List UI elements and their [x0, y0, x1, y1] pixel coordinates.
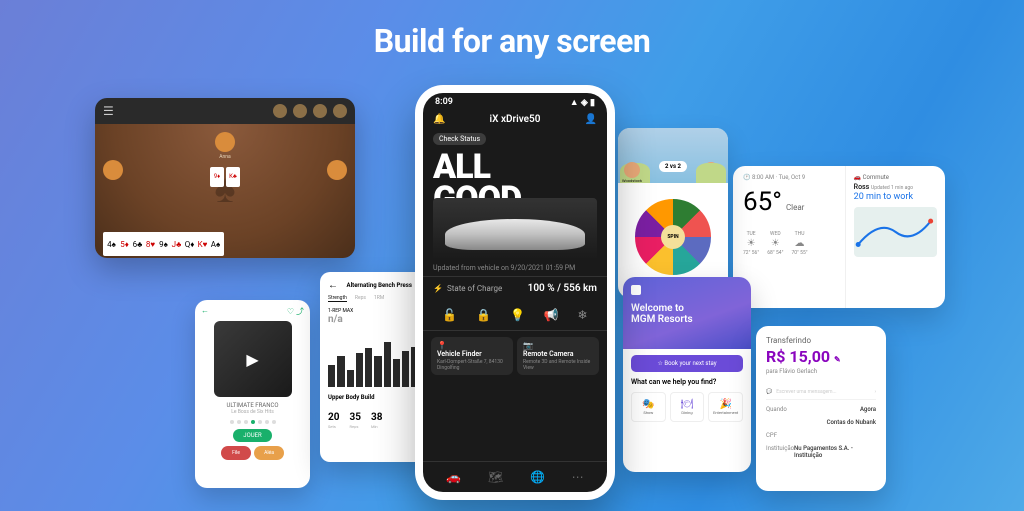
chip-icon	[333, 104, 347, 118]
category-cell[interactable]: 🎭Show	[631, 392, 666, 422]
transfer-detail-row: QuandoAgora	[766, 406, 876, 413]
chart-bar	[402, 351, 409, 387]
updated-text: Updated from vehicle on 9/20/2021 01:59 …	[423, 260, 607, 276]
chip-icon	[293, 104, 307, 118]
tab[interactable]: 1RM	[374, 295, 384, 302]
menu-icon[interactable]: ☰	[103, 104, 114, 118]
profile-icon[interactable]: 👤	[585, 114, 597, 125]
forecast-day: WED☀68° 54°	[767, 231, 783, 256]
spinner-game-card: Woodstock Jonny Fairplay 2 vs 2	[618, 128, 728, 298]
back-icon[interactable]: ←	[201, 306, 209, 317]
destination: Ross Updated 1 min ago	[854, 183, 937, 191]
album-art[interactable]	[214, 321, 292, 397]
category-cell[interactable]: 🎉Entertainment	[708, 392, 743, 422]
more-icon[interactable]: ⋯	[572, 470, 584, 484]
climate-icon[interactable]: ❄	[577, 308, 587, 322]
player-avatar	[103, 160, 123, 180]
file-button[interactable]: File	[221, 446, 251, 460]
chip-icon	[273, 104, 287, 118]
lock-icon[interactable]: 🔒	[476, 308, 491, 322]
chart-bar	[365, 348, 372, 387]
mgm-card: Welcome to MGM Resorts ☆ Book your next …	[623, 277, 751, 472]
transfer-detail-row: CPF	[766, 432, 876, 439]
transfer-card: Transferindo R$ 15,00 ✎ para Flávio Gerl…	[756, 326, 886, 491]
transfer-detail-row: Contas do Nubank	[766, 419, 876, 426]
exercise-title: Alternating Bench Press	[338, 282, 421, 289]
play-button[interactable]: JOUER	[233, 429, 271, 442]
player-avatar	[703, 162, 719, 178]
route-map[interactable]	[854, 207, 937, 257]
charge-value: 100 % / 556 km	[528, 283, 597, 294]
commute-card: 🕐 8:00 AM · Tue, Oct 9 65° Clear TUE☀72°…	[733, 166, 945, 308]
player-hand[interactable]: 4♠ 5♦ 6♣ 8♥ 9♠ J♣ Q♦ K♥ A♠	[107, 232, 224, 256]
player-avatar	[215, 132, 235, 152]
temperature: 65°	[743, 187, 782, 217]
horn-icon[interactable]: 📢	[544, 308, 559, 322]
playing-card: K♣	[226, 167, 240, 187]
phone-mockup: 8:09 ▲ ◈ ▮ 🔔 iX xDrive50 👤 Check Status …	[415, 85, 615, 500]
help-prompt: What can we help you find?	[623, 376, 751, 388]
forecast-day: TUE☀72° 56°	[743, 231, 759, 256]
forecast-row: TUE☀72° 56° WED☀68° 54° THU☁70° 55°	[743, 231, 835, 256]
recipient: para Flávio Gerlach	[766, 368, 876, 375]
message-icon: 💬	[766, 389, 772, 395]
player-avatar	[327, 160, 347, 180]
charge-label: State of Charge	[433, 284, 502, 293]
chart-bar	[347, 370, 354, 387]
status-icons: ▲ ◈ ▮	[570, 97, 595, 108]
track-title: ULTIMATE FRANCO	[226, 402, 278, 409]
transfer-detail-row: InstituiçãoNu Pagamentos S.A. - Institui…	[766, 445, 876, 459]
car-hero-image	[433, 198, 597, 260]
shuffle-button[interactable]: Aléa	[254, 446, 284, 460]
track-artist: Le Boss de Six Hits	[231, 409, 274, 415]
vehicle-controls: 🔓 🔒 💡 📢 ❄	[423, 300, 607, 330]
lights-icon[interactable]: 💡	[510, 308, 525, 322]
book-button[interactable]: ☆ Book your next stay	[631, 355, 743, 372]
hero-title: Build for any screen	[0, 22, 1024, 60]
cardgame-window: ☰ ♠ Anna 9♦ K♣ 4♠ 5♦ 6♣ 8♥ 9♠	[95, 98, 355, 258]
mgm-logo	[631, 285, 641, 295]
transfer-title: Transferindo	[766, 336, 876, 345]
chart-bar	[356, 353, 363, 387]
forecast-day: THU☁70° 55°	[791, 231, 807, 256]
app-title: iX xDrive50	[490, 114, 541, 125]
pin-icon: 📍	[437, 341, 507, 350]
status-badge[interactable]: Check Status	[433, 133, 486, 145]
player-avatar	[624, 162, 640, 178]
current-time: 🕐 8:00 AM · Tue, Oct 9	[743, 174, 835, 181]
bell-icon[interactable]: 🔔	[433, 114, 445, 125]
globe-icon[interactable]: 🌐	[530, 470, 545, 484]
chart-bar	[328, 365, 335, 387]
chart-bar	[393, 359, 400, 387]
tab[interactable]: Strength	[328, 295, 347, 302]
back-icon[interactable]: ←	[328, 280, 338, 291]
camera-icon: 📷	[523, 341, 593, 350]
category-cell[interactable]: 🍽Dining	[670, 392, 705, 422]
map-icon[interactable]: 🗺	[488, 470, 503, 484]
feature-card[interactable]: 📷 Remote Camera Remote 3D and Remote Ins…	[517, 337, 599, 375]
score-badge: 2 vs 2	[659, 161, 687, 172]
music-player-card: ← ♡ ⤴ ULTIMATE FRANCO Le Boss de Six Hit…	[195, 300, 310, 488]
spin-wheel[interactable]	[633, 197, 713, 277]
chip-icon	[313, 104, 327, 118]
player-name: Anna	[219, 154, 231, 160]
chart-bar	[337, 356, 344, 387]
lock-icon[interactable]: 🔓	[442, 308, 457, 322]
transfer-amount: R$ 15,00 ✎	[766, 347, 876, 366]
share-icon[interactable]: ♡ ⤴	[287, 306, 304, 317]
commute-label: 🚗 Commute	[854, 174, 937, 181]
clock: 8:09	[435, 97, 453, 108]
commute-duration: 20 min to work	[854, 192, 937, 202]
chevron-right-icon[interactable]: ›	[874, 389, 876, 395]
message-placeholder[interactable]: Escrever uma mensagem...	[776, 389, 874, 395]
chart-bar	[374, 356, 381, 387]
playing-card: 9♦	[210, 167, 224, 187]
chart-bar	[384, 342, 391, 387]
tab[interactable]: Reps	[355, 295, 366, 302]
condition: Clear	[786, 203, 804, 212]
car-icon[interactable]: 🚗	[446, 470, 461, 484]
feature-card[interactable]: 📍 Vehicle Finder Karl-Dompert-Straße 7, …	[431, 337, 513, 375]
edit-icon[interactable]: ✎	[834, 355, 841, 364]
